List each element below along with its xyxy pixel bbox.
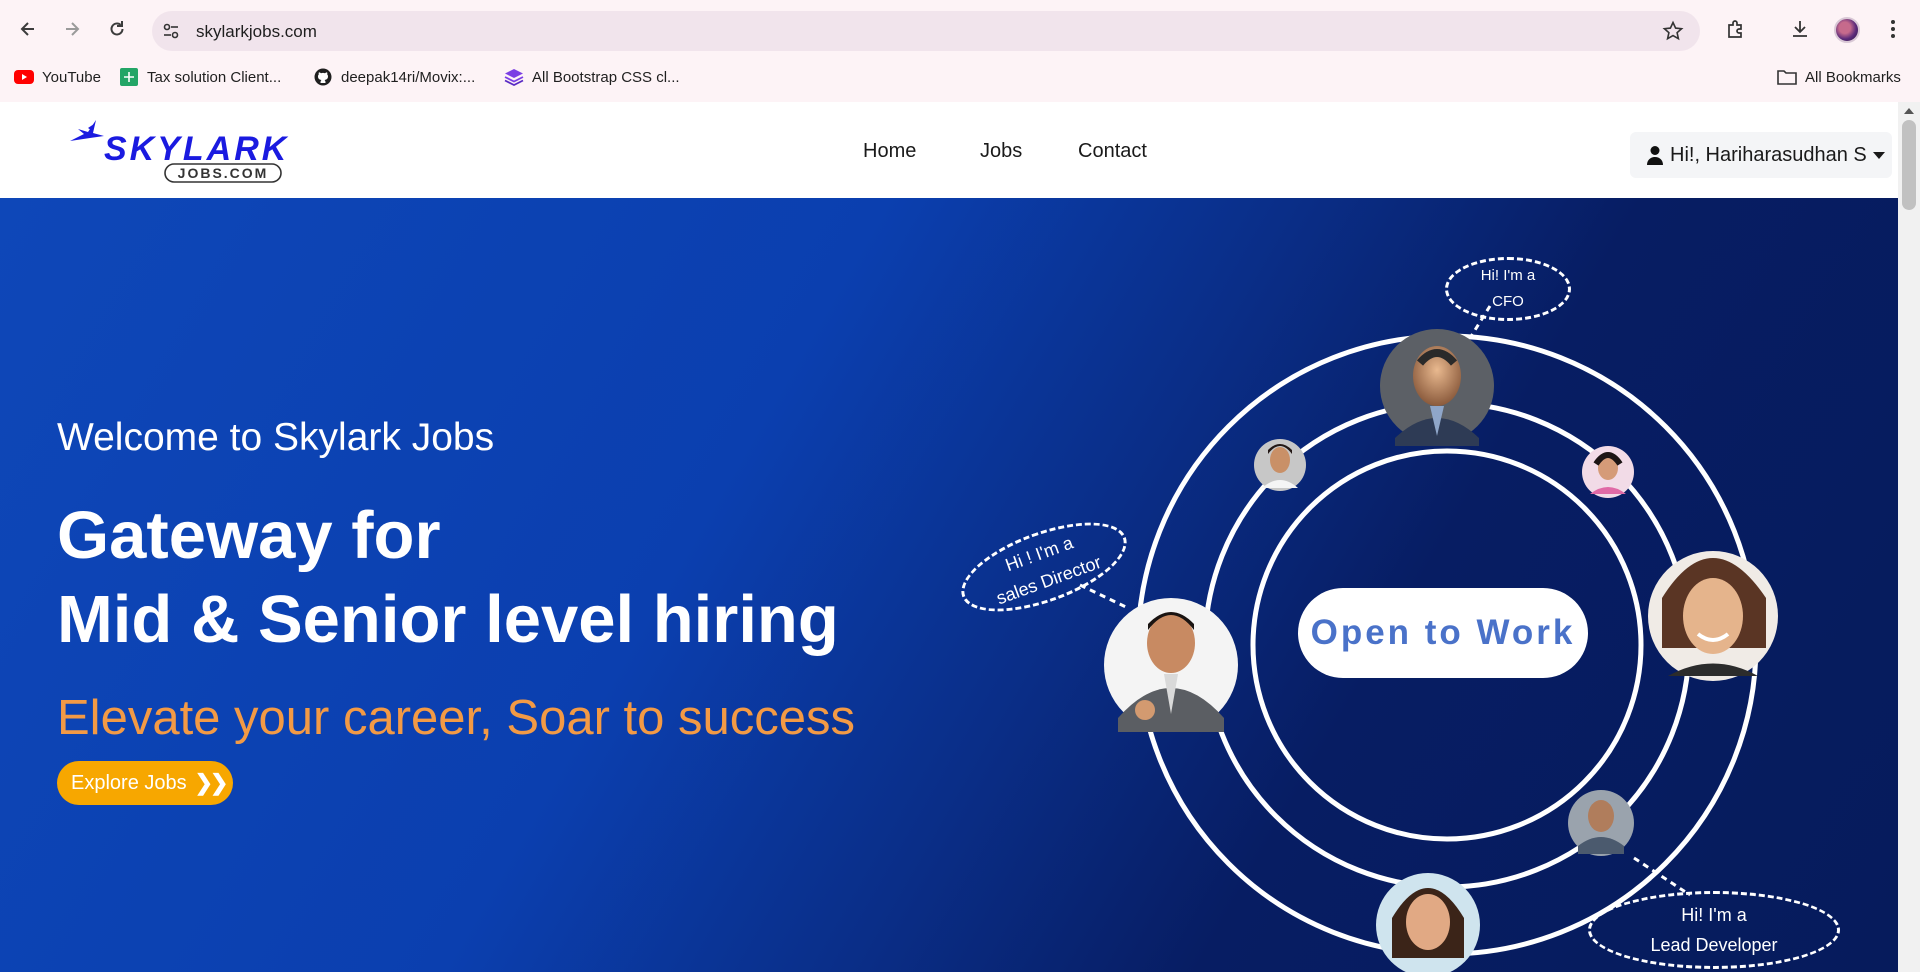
bookmark-label: deepak14ri/Movix:... xyxy=(341,68,476,86)
avatar-sales-director xyxy=(1104,598,1238,732)
speech-bubble-cfo: Hi! I'm a CFO xyxy=(1445,257,1571,321)
avatar-small-woman-2 xyxy=(1582,446,1634,498)
bookmark-tax-solution[interactable]: Tax solution Client... xyxy=(119,66,281,88)
bookmark-youtube[interactable]: YouTube xyxy=(14,66,101,88)
bubble-dev-line-1: Hi! I'm a xyxy=(1681,905,1747,925)
bubble-cfo-line-1: Hi! I'm a xyxy=(1480,267,1536,284)
page-scrollbar[interactable] xyxy=(1898,102,1920,972)
reload-button[interactable] xyxy=(102,14,132,44)
user-dropdown[interactable]: Hi!, Hariharasudhan S xyxy=(1630,132,1892,178)
speech-bubble-lead-developer: Hi! I'm a Lead Developer xyxy=(1588,891,1840,969)
bubble-tail-sales xyxy=(1079,583,1129,610)
skylark-logo-graphic: SKYLARK JOBS.COM xyxy=(70,120,289,183)
sheets-icon xyxy=(119,68,139,86)
profile-avatar[interactable] xyxy=(1834,17,1860,43)
skylark-logo[interactable]: SKYLARK JOBS.COM xyxy=(66,116,366,186)
all-bookmarks[interactable]: All Bookmarks xyxy=(1777,66,1901,88)
avatar-cfo xyxy=(1380,329,1494,446)
site-info-icon[interactable] xyxy=(160,20,182,42)
user-greeting: Hi!, Hariharasudhan S xyxy=(1670,143,1867,166)
user-icon xyxy=(1647,146,1663,165)
avatar-lead-developer xyxy=(1568,790,1634,856)
bookmark-github[interactable]: deepak14ri/Movix:... xyxy=(313,66,475,88)
open-to-work-badge: Open to Work xyxy=(1298,588,1588,678)
folder-icon xyxy=(1777,68,1797,86)
address-bar[interactable]: skylarkjobs.com xyxy=(152,11,1700,51)
bookmark-label: Tax solution Client... xyxy=(147,68,282,86)
chevron-down-icon xyxy=(1872,151,1885,159)
reload-icon xyxy=(110,21,124,36)
url-text[interactable]: skylarkjobs.com xyxy=(196,22,317,42)
logo-wordmark: SKYLARK xyxy=(104,130,289,168)
nav-jobs[interactable]: Jobs xyxy=(980,140,1022,163)
avatar-woman-right xyxy=(1648,551,1778,681)
github-icon xyxy=(313,68,333,86)
back-button[interactable] xyxy=(13,14,43,44)
orbit-illustration xyxy=(1079,305,1778,972)
bookmark-bootstrap[interactable]: All Bootstrap CSS cl... xyxy=(504,66,680,88)
download-icon[interactable] xyxy=(1787,16,1813,42)
scrollbar-thumb[interactable] xyxy=(1902,120,1916,210)
site-navbar: SKYLARK JOBS.COM Home Jobs Contact Hi!, … xyxy=(0,102,1898,198)
layers-icon xyxy=(504,68,524,86)
all-bookmarks-label: All Bookmarks xyxy=(1805,68,1901,86)
logo-subtext: JOBS.COM xyxy=(178,165,269,181)
extensions-icon[interactable] xyxy=(1723,16,1749,42)
back-arrow-icon xyxy=(20,22,34,36)
browser-chrome: skylarkjobs.com YouTube Tax solution Cli… xyxy=(0,0,1920,102)
youtube-icon xyxy=(14,68,34,86)
bookmark-star-icon[interactable] xyxy=(1662,20,1684,42)
bubble-cfo-line-2: CFO xyxy=(1492,293,1524,310)
scroll-up-icon[interactable] xyxy=(1904,108,1914,114)
nav-contact[interactable]: Contact xyxy=(1078,140,1147,163)
bookmark-label: YouTube xyxy=(42,68,101,86)
web-page: SKYLARK JOBS.COM Home Jobs Contact Hi!, … xyxy=(0,102,1920,972)
nav-home[interactable]: Home xyxy=(863,140,916,163)
forward-arrow-icon xyxy=(66,22,80,36)
kebab-menu-icon[interactable] xyxy=(1880,16,1906,42)
bubble-dev-line-2: Lead Developer xyxy=(1650,935,1778,955)
hero-banner: Welcome to Skylark Jobs Gateway for Mid … xyxy=(0,198,1898,972)
forward-button[interactable] xyxy=(57,14,87,44)
avatar-small-woman-1 xyxy=(1254,439,1306,491)
bookmark-label: All Bootstrap CSS cl... xyxy=(532,68,680,86)
